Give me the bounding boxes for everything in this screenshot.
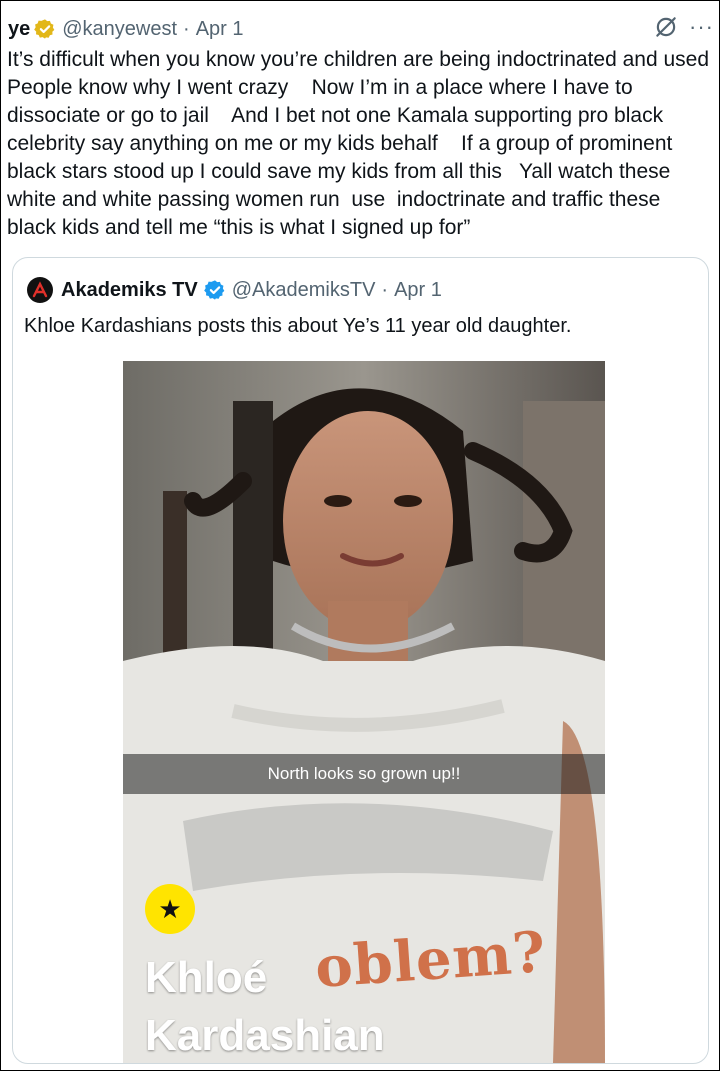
akademiks-logo-icon — [32, 281, 48, 298]
quoted-photo[interactable]: North looks so grown up!! oblem? ★ Khloé… — [123, 361, 605, 1063]
separator-dot: · — [381, 278, 389, 301]
tweet-date[interactable]: Apr 1 — [196, 18, 244, 41]
tweet-text: It’s difficult when you know you’re chil… — [7, 48, 709, 239]
star-icon: ★ — [145, 884, 195, 934]
tweet-header: ye @kanyewest · Apr 1 — [8, 14, 244, 44]
quote-header: Akademiks TV @AkademiksTV · Apr 1 — [27, 275, 442, 305]
gold-verified-badge-icon — [34, 19, 55, 39]
quote-text: Khloe Kardashians posts this about Ye’s … — [24, 315, 572, 337]
author-name[interactable]: ye — [8, 18, 30, 41]
avatar[interactable] — [27, 277, 53, 303]
tweet-actions-top: ··· — [653, 14, 714, 40]
quote-author-handle[interactable]: @AkademiksTV — [232, 279, 376, 302]
quote-author-name[interactable]: Akademiks TV — [61, 279, 198, 302]
quoted-tweet-card[interactable]: Akademiks TV @AkademiksTV · Apr 1 Khloe … — [12, 257, 709, 1064]
snap-friend-name: Khloé Kardashian — [145, 953, 385, 1060]
separator-dot: · — [183, 17, 190, 40]
quote-date[interactable]: Apr 1 — [394, 279, 442, 302]
grok-icon[interactable] — [653, 14, 679, 40]
snap-caption: North looks so grown up!! — [123, 754, 605, 794]
blue-verified-badge-icon — [203, 280, 225, 300]
more-options-icon[interactable]: ··· — [689, 16, 714, 38]
author-handle[interactable]: @kanyewest — [62, 18, 177, 41]
